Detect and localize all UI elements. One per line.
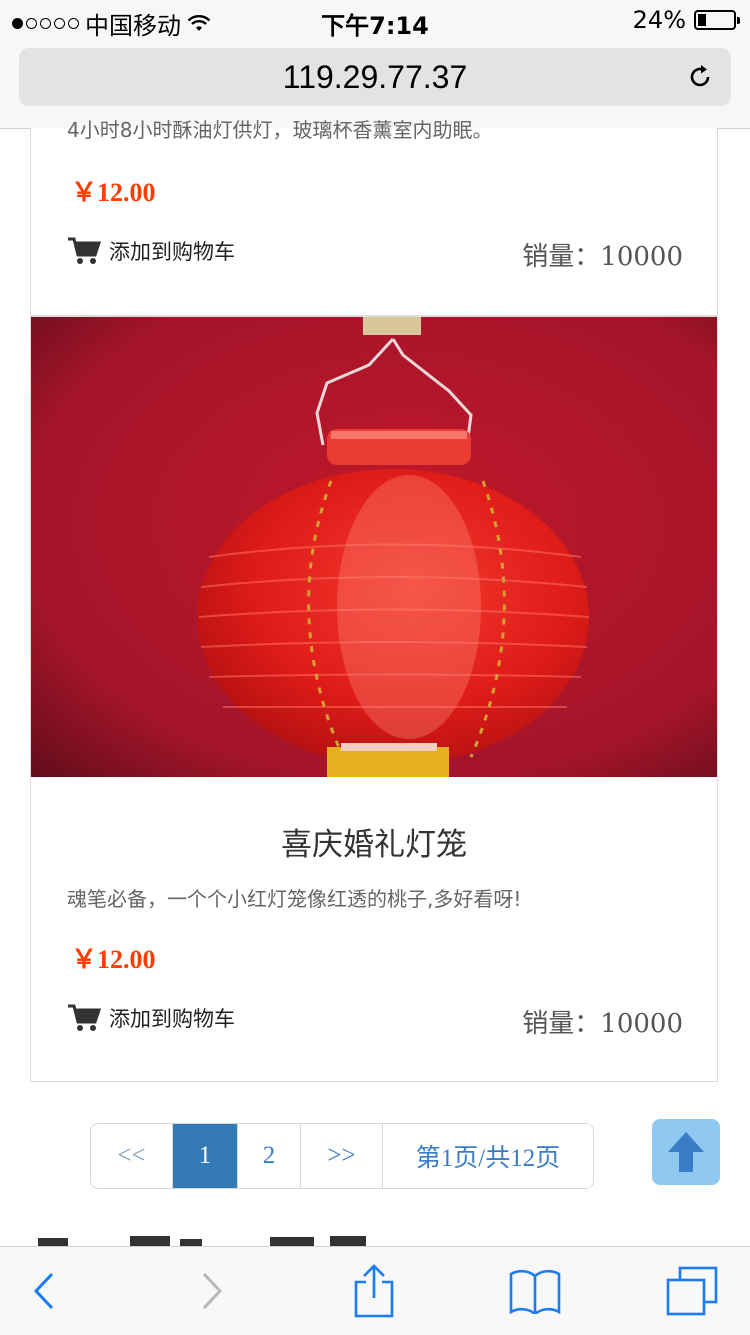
tabs-button[interactable] bbox=[662, 1263, 722, 1319]
chevron-left-icon bbox=[33, 1272, 54, 1310]
product-price: ￥12.00 bbox=[71, 945, 156, 974]
product-title[interactable]: 喜庆婚礼灯笼 bbox=[31, 819, 717, 864]
page-summary: 第1页/共12页 bbox=[415, 1145, 561, 1172]
reload-icon[interactable] bbox=[685, 62, 715, 92]
status-right: 24% bbox=[632, 6, 740, 34]
product-price: ￥12.00 bbox=[71, 178, 156, 207]
arrow-up-icon bbox=[668, 1132, 704, 1172]
product-card: 4小时8小时酥油灯供灯，玻璃杯香薰室内助眠。 ￥12.00 添加到购物车 销量：… bbox=[30, 118, 718, 316]
add-to-cart-label: 添加到购物车 bbox=[109, 240, 235, 264]
back-button[interactable] bbox=[14, 1263, 74, 1319]
tabs-icon bbox=[666, 1266, 718, 1316]
forward-button[interactable] bbox=[182, 1263, 242, 1319]
chevron-right-icon bbox=[202, 1272, 223, 1310]
url-text: 119.29.77.37 bbox=[282, 59, 468, 95]
browser-toolbar bbox=[0, 1246, 750, 1335]
lantern-image bbox=[31, 317, 717, 777]
product-desc: 魂笔必备，一个个小红灯笼像红透的桃子,多好看呀! bbox=[67, 887, 522, 911]
share-button[interactable] bbox=[344, 1263, 404, 1319]
status-bar: 中国移动 下午7:14 24% bbox=[0, 0, 750, 40]
next-section-heading-edge bbox=[30, 1230, 630, 1246]
add-to-cart-button[interactable]: 添加到购物车 bbox=[67, 236, 235, 266]
cart-icon bbox=[68, 1004, 101, 1031]
add-to-cart-label: 添加到购物车 bbox=[109, 1007, 235, 1031]
pagination: << 1 2 >> 第1页/共12页 bbox=[90, 1123, 594, 1189]
book-icon bbox=[509, 1269, 561, 1314]
sales-count: 销量：10000 bbox=[522, 1009, 683, 1039]
prev-page-button[interactable]: << bbox=[91, 1124, 173, 1188]
back-to-top-button[interactable] bbox=[652, 1119, 720, 1185]
cart-icon bbox=[68, 237, 101, 264]
sales-count: 销量：10000 bbox=[522, 242, 683, 272]
page-1-button[interactable]: 1 bbox=[173, 1124, 238, 1188]
product-image[interactable] bbox=[31, 317, 717, 777]
bookmarks-button[interactable] bbox=[505, 1263, 565, 1319]
add-to-cart-button[interactable]: 添加到购物车 bbox=[67, 1003, 235, 1033]
address-bar[interactable]: 119.29.77.37 bbox=[19, 48, 731, 106]
product-desc: 4小时8小时酥油灯供灯，玻璃杯香薰室内助眠。 bbox=[67, 118, 493, 142]
battery-percent: 24% bbox=[632, 6, 686, 34]
share-icon bbox=[354, 1264, 394, 1318]
next-page-button[interactable]: >> bbox=[301, 1124, 383, 1188]
battery-icon bbox=[694, 10, 740, 30]
product-card: 喜庆婚礼灯笼 魂笔必备，一个个小红灯笼像红透的桃子,多好看呀! ￥12.00 添… bbox=[30, 316, 718, 1082]
page-2-button[interactable]: 2 bbox=[238, 1124, 301, 1188]
